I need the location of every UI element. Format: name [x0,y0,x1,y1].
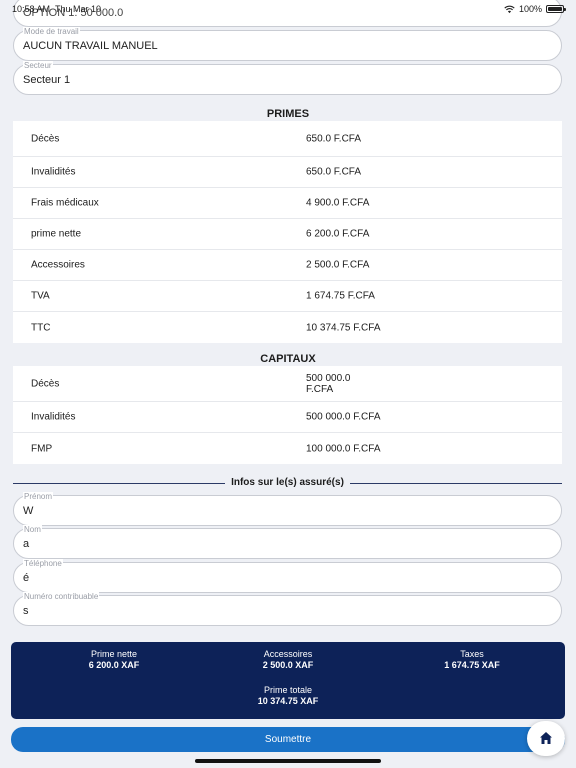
phone-field[interactable]: Téléphone é [13,559,562,593]
taxpayer-number-label: Numéro contribuable [23,592,100,601]
summary-panel: Prime nette 6 200.0 XAF Accessoires 2 50… [11,642,565,719]
sector-value: Secteur 1 [23,74,71,86]
row-label: Invalidités [31,166,76,178]
row-value: 6 200.0 F.CFA [306,228,370,240]
taxpayer-number-value: s [23,605,29,617]
row-value: 2 500.0 F.CFA [306,259,370,271]
row-value: 500 000.0 F.CFA [306,411,381,423]
table-row: Frais médicaux 4 900.0 F.CFA [13,188,562,219]
row-label: FMP [31,443,53,454]
table-row: TVA 1 674.75 F.CFA [13,281,562,312]
table-row: prime nette 6 200.0 F.CFA [13,219,562,250]
wifi-icon [504,5,515,13]
phone-value: é [23,572,30,584]
primes-table: Décès 650.0 F.CFA Invalidités 650.0 F.CF… [13,121,562,343]
row-label: Décès [31,133,60,144]
home-button[interactable] [527,721,565,756]
row-value: 650.0 F.CFA [306,133,362,144]
row-value: 1 674.75 F.CFA [306,290,375,302]
summary-label: Prime totale [263,685,313,695]
work-mode-value: AUCUN TRAVAIL MANUEL [23,40,158,52]
row-value: 4 900.0 F.CFA [306,197,370,209]
phone-label: Téléphone [23,559,63,568]
summary-value: 1 674.75 XAF [444,660,500,670]
row-label: prime nette [31,228,82,240]
row-value: 500 000.0 F.CFA [306,372,351,395]
primes-title: PRIMES [266,108,310,120]
row-value: 100 000.0 F.CFA [306,443,381,454]
table-row: FMP 100 000.0 F.CFA [13,433,562,464]
sector-label: Secteur [23,61,53,70]
work-mode-label: Mode de travail [23,27,80,36]
table-row: Accessoires 2 500.0 F.CFA [13,250,562,281]
first-name-value: W [23,505,34,517]
work-mode-field[interactable]: Mode de travail AUCUN TRAVAIL MANUEL [13,27,562,61]
divider-line [350,483,562,484]
sector-field[interactable]: Secteur Secteur 1 [13,61,562,95]
row-label: TTC [31,322,51,333]
summary-label: Prime nette [90,649,138,659]
summary-prime-nette: Prime nette 6 200.0 XAF [39,649,189,671]
insured-section-header: Infos sur le(s) assuré(s) [13,476,562,490]
taxpayer-number-field[interactable]: Numéro contribuable s [13,592,562,626]
last-name-field[interactable]: Nom a [13,525,562,559]
last-name-value: a [23,538,30,550]
table-row: Décès 500 000.0 F.CFA [13,366,562,402]
row-label: Invalidités [31,411,76,423]
summary-value: 6 200.0 XAF [88,660,140,670]
capitaux-title: CAPITAUX [260,353,316,365]
row-label: Accessoires [31,259,85,271]
first-name-label: Prénom [23,492,54,501]
summary-value: 2 500.0 XAF [262,660,314,670]
battery-icon [546,5,566,13]
summary-label: Accessoires [263,649,313,659]
row-value: 10 374.75 F.CFA [306,322,381,333]
row-label: Décès [31,378,60,389]
status-bar: 10:58 AM Thu Mar 10 100% [0,0,576,18]
summary-label: Taxes [460,649,484,659]
row-value: 650.0 F.CFA [306,166,362,178]
summary-accessoires: Accessoires 2 500.0 XAF [213,649,363,671]
status-right: 100% [504,4,566,14]
row-label: Frais médicaux [31,197,99,209]
summary-taxes: Taxes 1 674.75 XAF [397,649,547,671]
table-row: Invalidités 650.0 F.CFA [13,157,562,188]
home-indicator[interactable] [195,759,381,763]
submit-button[interactable]: Soumettre [11,727,565,752]
home-icon [540,732,552,744]
summary-value: 10 374.75 XAF [257,696,319,706]
summary-prime-totale: Prime totale 10 374.75 XAF [213,685,363,707]
first-name-field[interactable]: Prénom W [13,492,562,526]
capitaux-table: Décès 500 000.0 F.CFA Invalidités 500 00… [13,366,562,464]
last-name-label: Nom [23,525,42,534]
battery-percent: 100% [518,4,542,14]
status-time: 10:58 AM Thu Mar 10 [12,4,102,14]
table-row: Invalidités 500 000.0 F.CFA [13,402,562,433]
row-label: TVA [31,290,50,302]
table-row: Décès 650.0 F.CFA [13,121,562,157]
table-row: TTC 10 374.75 F.CFA [13,312,562,343]
